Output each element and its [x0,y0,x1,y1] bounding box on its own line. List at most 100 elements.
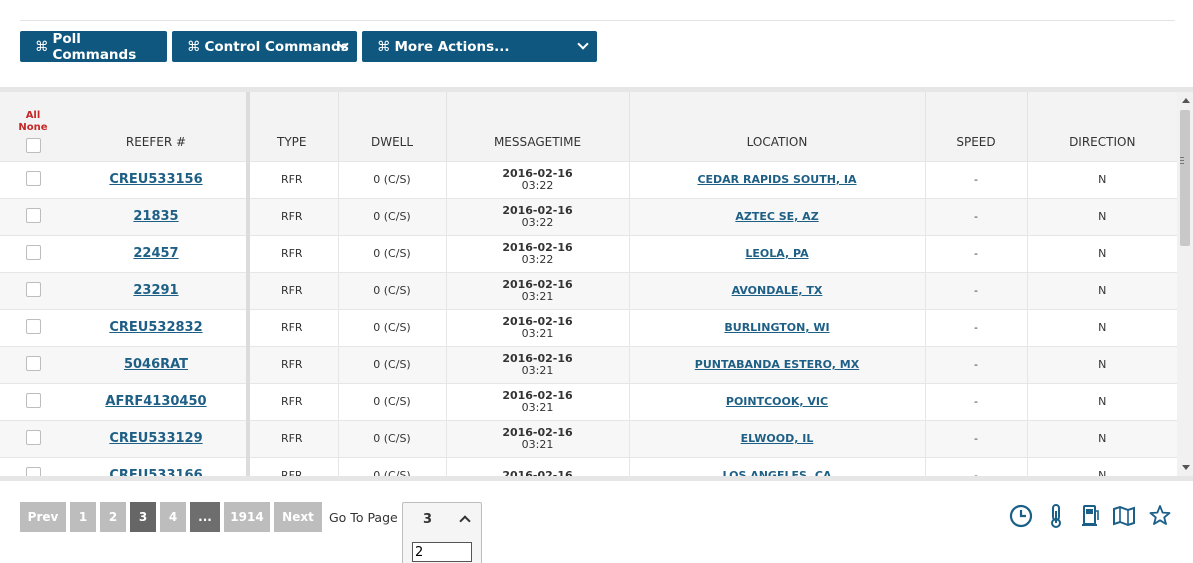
page-button-1[interactable]: 1 [70,502,96,532]
direction-cell: N [1026,308,1177,346]
row-checkbox[interactable] [25,392,41,408]
scroll-down-arrow-icon[interactable] [1182,465,1190,470]
thermometer-icon[interactable] [1046,503,1066,529]
column-header-type[interactable]: TYPE [246,92,338,161]
select-all-checkbox[interactable] [25,137,41,153]
location-cell: AVONDALE, TX [628,271,925,309]
reefer-table: All None REEFER # TYPE DWELL MESSAGETIME… [0,92,1177,476]
select-all-link[interactable]: All [0,110,66,122]
page-button-4[interactable]: 4 [160,502,186,532]
row-checkbox-cell [0,234,66,272]
messagetime-cell: 2016-02-16 [445,456,629,476]
message-date: 2016-02-16 [502,166,573,180]
go-to-page-label: Go To Page [329,510,398,525]
scroll-up-arrow-icon[interactable] [1182,98,1190,103]
reefer-cell: CREU532832 [66,308,246,346]
prev-page-button[interactable]: Prev [20,502,66,532]
row-checkbox-cell [0,197,66,235]
reefer-cell: 22457 [66,234,246,272]
location-link[interactable]: LEOLA, PA [745,247,808,260]
reefer-grid: All None REEFER # TYPE DWELL MESSAGETIME… [0,92,1177,476]
location-link[interactable]: ELWOOD, IL [741,432,814,445]
table-row[interactable]: 22457 RFR 0 (C/S) 2016-02-16 03:22 LEOLA, PA -… [0,234,1177,272]
page-button-2[interactable]: 2 [100,502,126,532]
location-link[interactable]: POINTCOOK, VIC [726,395,828,408]
location-cell: AZTEC SE, AZ [628,197,925,235]
map-icon[interactable] [1112,503,1136,529]
reefer-link[interactable]: 23291 [133,283,178,298]
row-checkbox[interactable] [25,244,41,260]
direction-cell: N [1026,345,1177,383]
table-row[interactable]: AFRF4130450 RFR 0 (C/S) 2016-02-16 03:21 POIN… [0,382,1177,420]
next-page-button[interactable]: Next [274,502,322,532]
table-row[interactable]: 21835 RFR 0 (C/S) 2016-02-16 03:22 AZTEC SE, … [0,197,1177,235]
reefer-link[interactable]: 21835 [133,209,178,224]
message-time: 03:21 [521,400,554,414]
column-header-dwell[interactable]: DWELL [337,92,446,161]
location-link[interactable]: AVONDALE, TX [732,284,823,297]
messagetime-cell: 2016-02-16 03:22 [445,234,629,272]
table-row[interactable]: CREU532832 RFR 0 (C/S) 2016-02-16 03:21 BURLI… [0,308,1177,346]
reefer-link[interactable]: 22457 [133,246,178,261]
control-commands-button[interactable]: ⌘ Control Commands [172,31,357,62]
type-cell: RFR [246,382,338,420]
message-time: 03:22 [521,178,554,192]
location-cell: ELWOOD, IL [628,419,925,457]
top-icon-1[interactable] [1157,0,1173,4]
location-link[interactable]: AZTEC SE, AZ [735,210,818,223]
row-checkbox[interactable] [25,355,41,371]
select-none-link[interactable]: None [0,122,66,134]
row-checkbox[interactable] [25,207,41,223]
reefer-link[interactable]: CREU533166 [109,468,202,476]
row-checkbox-cell [0,160,66,198]
column-header-location[interactable]: LOCATION [628,92,925,161]
go-to-page-input[interactable] [412,542,472,562]
direction-cell: N [1026,382,1177,420]
scrollbar-thumb[interactable] [1180,110,1190,246]
speed-cell: - [924,419,1027,457]
location-link[interactable]: LOS ANGELES, CA [722,469,831,476]
reefer-link[interactable]: CREU532832 [109,320,202,335]
location-link[interactable]: PUNTABANDA ESTERO, MX [695,358,859,371]
row-checkbox[interactable] [25,466,41,476]
row-checkbox[interactable] [25,429,41,445]
poll-commands-button[interactable]: ⌘ Poll Commands [20,31,167,63]
location-link[interactable]: BURLINGTON, WI [724,321,829,334]
more-actions-button[interactable]: ⌘ More Actions... [362,31,597,62]
direction-cell: N [1026,160,1177,198]
table-header-row: All None REEFER # TYPE DWELL MESSAGETIME… [0,92,1177,161]
dwell-cell: 0 (C/S) [337,382,446,420]
fuel-pump-icon[interactable] [1080,503,1102,529]
page-button-3-current[interactable]: 3 [130,502,156,532]
table-row[interactable]: 23291 RFR 0 (C/S) 2016-02-16 03:21 AVONDALE, … [0,271,1177,309]
column-header-speed[interactable]: SPEED [924,92,1027,161]
star-icon[interactable] [1148,503,1172,529]
row-checkbox[interactable] [25,318,41,334]
message-time: 03:21 [521,289,554,303]
reefer-link[interactable]: AFRF4130450 [105,394,206,409]
reefer-link[interactable]: CREU533156 [109,172,202,187]
table-row[interactable]: CREU533156 RFR 0 (C/S) 2016-02-16 03:22 CEDAR… [0,160,1177,198]
row-checkbox[interactable] [25,170,41,186]
direction-cell: N [1026,197,1177,235]
type-cell: RFR [246,308,338,346]
column-header-reefer[interactable]: REEFER # [66,92,246,161]
reefer-link[interactable]: CREU533129 [109,431,202,446]
table-row[interactable]: CREU533129 RFR 0 (C/S) 2016-02-16 03:21 ELWOO… [0,419,1177,457]
table-row[interactable]: CREU533166 RFR 0 (C/S) 2016-02-16 LOS ANGELE… [0,456,1177,476]
column-header-messagetime[interactable]: MESSAGETIME [445,92,629,161]
last-page-button[interactable]: 1914 [224,502,270,532]
reefer-link[interactable]: 5046RAT [124,357,188,372]
row-checkbox-cell [0,419,66,457]
message-time: 03:21 [521,326,554,340]
location-cell: CEDAR RAPIDS SOUTH, IA [628,160,925,198]
location-link[interactable]: CEDAR RAPIDS SOUTH, IA [697,173,856,186]
column-header-direction[interactable]: DIRECTION [1026,92,1177,161]
clock-icon[interactable] [1008,503,1034,529]
row-checkbox[interactable] [25,281,41,297]
chevron-down-icon [577,38,589,50]
table-row[interactable]: 5046RAT RFR 0 (C/S) 2016-02-16 03:21 PUNTABAN… [0,345,1177,383]
speed-cell: - [924,160,1027,198]
messagetime-cell: 2016-02-16 03:21 [445,308,629,346]
vertical-scrollbar[interactable] [1177,92,1193,476]
